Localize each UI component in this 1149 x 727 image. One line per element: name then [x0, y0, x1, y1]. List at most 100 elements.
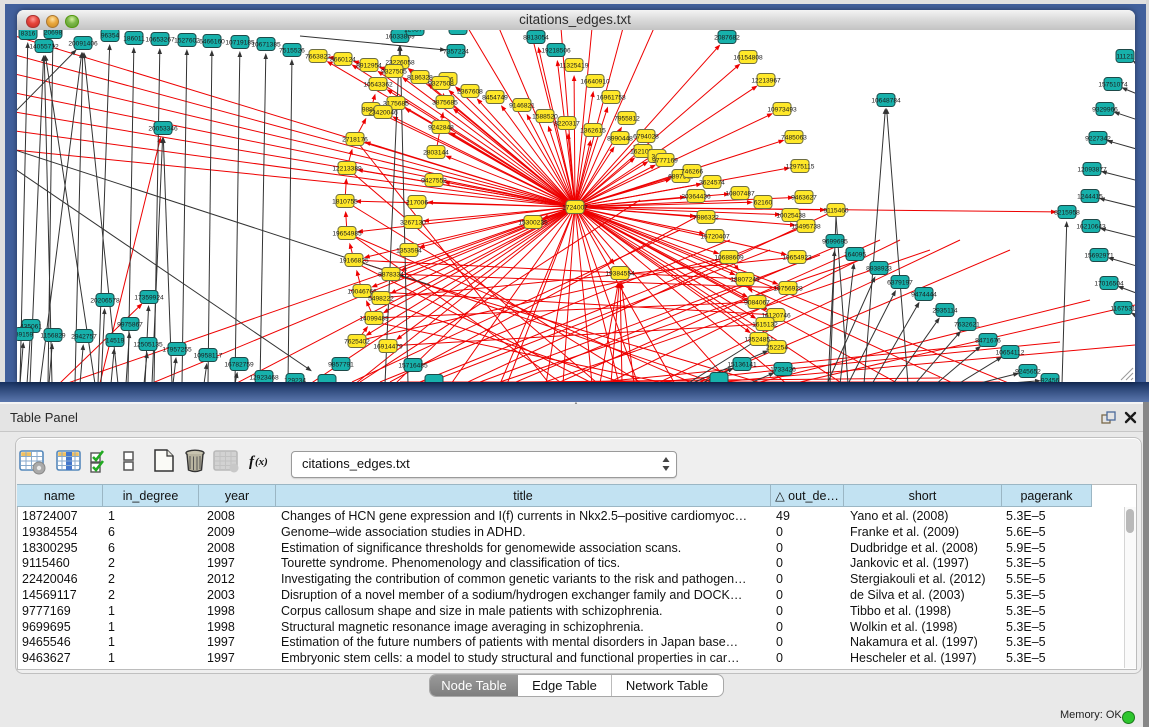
svg-text:3875685: 3875685: [432, 99, 458, 106]
svg-text:17957255: 17957255: [162, 346, 192, 353]
svg-text:1527602: 1527602: [174, 37, 200, 44]
svg-text:15692971: 15692971: [1084, 252, 1114, 259]
svg-text:19384554: 19384554: [605, 270, 635, 277]
svg-text:129377: 129377: [404, 30, 426, 33]
svg-text:746266: 746266: [681, 168, 703, 175]
svg-text:14099489: 14099489: [359, 315, 389, 322]
svg-text:19654923: 19654923: [782, 254, 812, 261]
svg-text:11121: 11121: [1116, 53, 1134, 60]
svg-text:19166825: 19166825: [339, 257, 369, 264]
svg-text:5498222: 5498222: [368, 295, 394, 302]
svg-text:9115460: 9115460: [823, 207, 849, 214]
svg-text:12923468: 12923468: [249, 374, 279, 381]
svg-text:20091406: 20091406: [68, 40, 98, 47]
svg-text:15716485: 15716485: [398, 362, 428, 369]
svg-text:16961758: 16961758: [596, 94, 626, 101]
svg-text:7357224: 7357224: [443, 48, 469, 55]
svg-text:62160: 62160: [754, 199, 773, 206]
svg-text:15751074: 15751074: [1098, 81, 1128, 88]
svg-text:20053346: 20053346: [148, 125, 178, 132]
svg-text:15300235: 15300235: [518, 219, 548, 226]
svg-text:6794028: 6794028: [633, 133, 659, 140]
svg-text:2087682: 2087682: [714, 34, 740, 41]
svg-text:16640910: 16640910: [580, 78, 610, 85]
svg-text:19756928: 19756928: [773, 285, 803, 292]
svg-text:7986322: 7986322: [693, 214, 719, 221]
svg-text:164095: 164095: [844, 251, 866, 258]
svg-text:7625402: 7625402: [344, 338, 370, 345]
svg-text:1167531: 1167531: [1110, 305, 1135, 312]
svg-text:(x): (x): [255, 456, 268, 468]
svg-text:10025438: 10025438: [776, 212, 806, 219]
svg-text:9146821: 9146821: [509, 102, 535, 109]
svg-text:8990448: 8990448: [607, 135, 633, 142]
svg-text:15720407: 15720407: [700, 233, 730, 240]
svg-text:10653267: 10653267: [145, 36, 175, 43]
svg-text:9327508: 9327508: [428, 80, 454, 87]
svg-text:9227342: 9227342: [1085, 135, 1111, 142]
svg-text:8454749: 8454749: [482, 94, 508, 101]
svg-text:15136141: 15136141: [727, 361, 757, 368]
svg-text:16154808: 16154808: [733, 54, 763, 61]
svg-text:8316: 8316: [21, 30, 36, 37]
svg-text:11325419: 11325419: [560, 62, 589, 69]
svg-text:10671385: 10671385: [251, 41, 281, 48]
svg-text:8220317: 8220317: [554, 120, 580, 127]
svg-text:6466160: 6466160: [199, 38, 225, 45]
svg-text:186011: 186011: [123, 35, 145, 42]
svg-text:9327505: 9327505: [381, 68, 407, 75]
svg-text:14519: 14519: [106, 337, 125, 344]
svg-text:9329966: 9329966: [1092, 106, 1118, 113]
svg-text:10688609: 10688609: [714, 254, 744, 261]
svg-text:10958117: 10958117: [194, 352, 223, 359]
svg-text:1733426: 1733426: [770, 366, 796, 373]
svg-text:15495738: 15495738: [791, 223, 821, 230]
svg-text:92456: 92456: [1041, 377, 1060, 382]
svg-text:23420046: 23420046: [368, 109, 398, 116]
svg-text:217006: 217006: [406, 199, 428, 206]
svg-text:9242848: 9242848: [428, 124, 454, 131]
svg-text:9084067: 9084067: [744, 299, 770, 306]
svg-text:9427552: 9427552: [421, 177, 447, 184]
svg-text:18807249: 18807249: [730, 276, 760, 283]
svg-text:9975867: 9975867: [117, 321, 143, 328]
svg-text:10543362: 10543362: [363, 81, 393, 88]
svg-text:9777169: 9777169: [652, 157, 678, 164]
svg-text:2718176: 2718176: [342, 136, 368, 143]
svg-text:12213967: 12213967: [751, 77, 781, 84]
svg-text:9463627: 9463627: [791, 194, 817, 201]
svg-text:8813054: 8813054: [523, 34, 549, 41]
svg-text:10807487: 10807487: [725, 190, 755, 197]
svg-text:19654985: 19654985: [332, 230, 362, 237]
svg-text:14055712: 14055712: [29, 43, 59, 50]
svg-text:8878334: 8878334: [378, 271, 404, 278]
svg-text:12975115: 12975115: [786, 163, 815, 170]
svg-text:8471676: 8471676: [975, 337, 1001, 344]
svg-text:96354: 96354: [101, 32, 120, 39]
svg-text:8938923: 8938923: [866, 265, 892, 272]
svg-text:10973493: 10973493: [767, 106, 797, 113]
svg-text:17016504: 17016504: [1094, 280, 1124, 287]
svg-text:252254: 252254: [766, 344, 788, 351]
svg-text:9474444: 9474444: [911, 291, 937, 298]
svg-text:20698: 20698: [44, 30, 63, 36]
svg-text:12505135: 12505135: [133, 341, 163, 348]
svg-text:9857791: 9857791: [328, 361, 354, 368]
svg-text:2803144: 2803144: [423, 149, 449, 156]
svg-text:8215958: 8215958: [1054, 209, 1080, 216]
svg-text:1156829: 1156829: [40, 332, 66, 339]
svg-text:1353594: 1353594: [396, 247, 422, 254]
svg-text:10654112: 10654112: [996, 349, 1025, 356]
svg-text:7632621: 7632621: [954, 321, 980, 328]
svg-text:6379197: 6379197: [887, 279, 913, 286]
svg-text:2935114: 2935114: [932, 307, 958, 314]
svg-text:1362615: 1362615: [580, 127, 606, 134]
svg-text:9699695: 9699695: [822, 238, 848, 245]
svg-text:2367608: 2367608: [457, 88, 483, 95]
svg-text:16210643: 16210643: [1076, 223, 1106, 230]
svg-text:16782759: 16782759: [224, 361, 254, 368]
svg-text:1615132: 1615132: [752, 321, 778, 328]
svg-text:3624574: 3624574: [699, 179, 725, 186]
svg-text:129234: 129234: [284, 377, 306, 382]
svg-text:7515526: 7515526: [279, 47, 305, 54]
